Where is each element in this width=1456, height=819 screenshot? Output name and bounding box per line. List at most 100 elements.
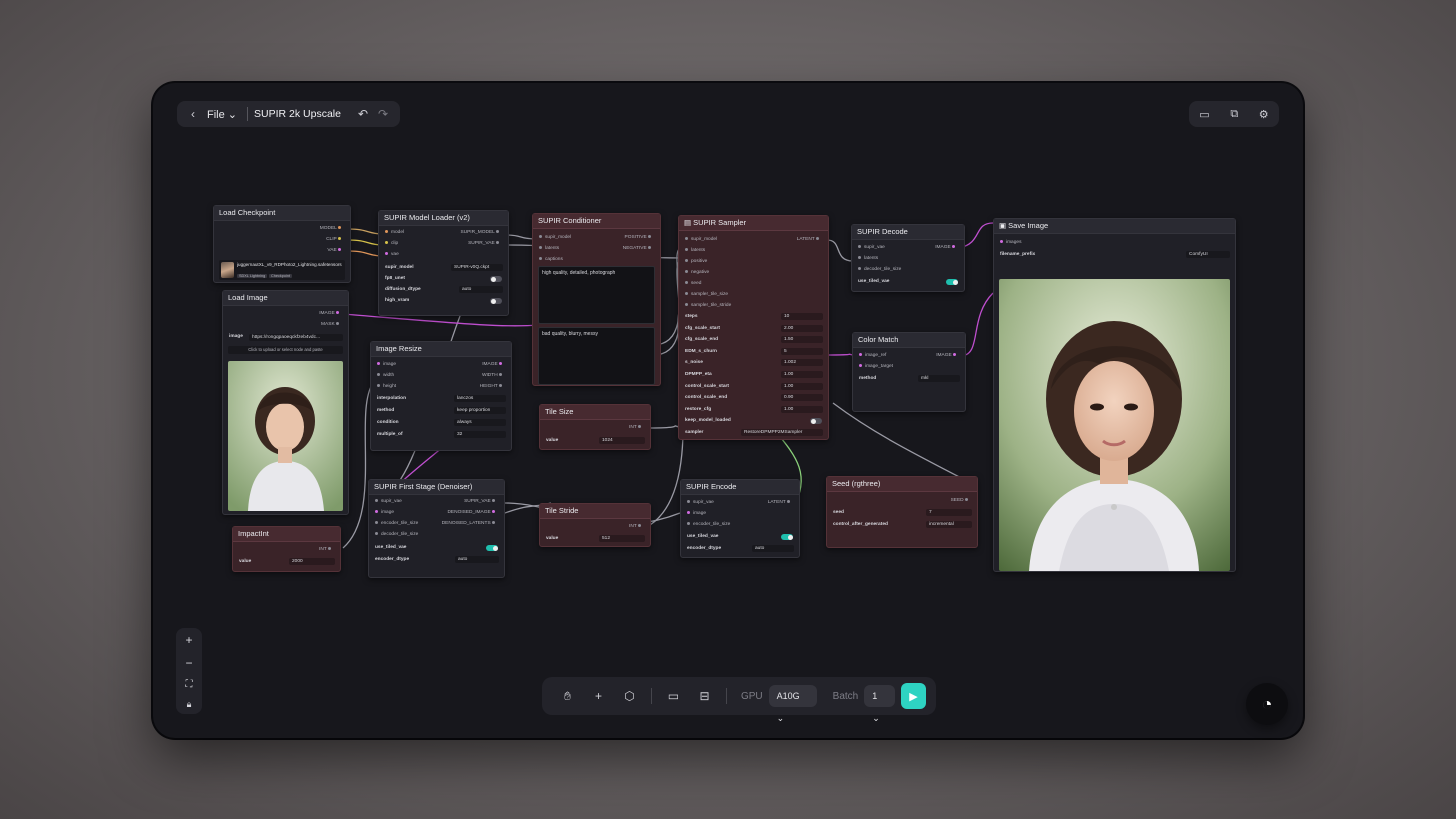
input-images[interactable]: images (1000, 238, 1021, 247)
terminal-icon[interactable]: ▭ (658, 689, 689, 703)
input-image[interactable]: image (377, 360, 396, 369)
plus-icon[interactable]: + (185, 633, 192, 647)
output-width[interactable]: WIDTH (482, 371, 505, 380)
plus-icon[interactable]: + (583, 689, 614, 703)
output-image[interactable]: IMAGE (319, 309, 342, 318)
input-supir-vae[interactable]: supir_vae (687, 498, 714, 507)
redo-icon[interactable]: ↷ (373, 107, 393, 121)
tile-stride-value[interactable]: 512 (599, 535, 645, 542)
input-latents[interactable]: latents (539, 244, 559, 253)
node-tile-size[interactable]: Tile Size INT value 1024 (539, 404, 651, 450)
node-tile-stride[interactable]: Tile Stride INT value 512 (539, 503, 651, 547)
use-tiled-vae-toggle[interactable] (486, 545, 498, 551)
node-supir-model-loader[interactable]: SUPIR Model Loader (v2) model SUPIR_MODEL… (378, 210, 509, 316)
chat-support-button[interactable]: ◔ (1246, 683, 1288, 725)
input-width[interactable]: width (377, 371, 394, 380)
input-latents[interactable]: latents (858, 254, 878, 263)
method-select[interactable]: keep proportion (454, 407, 506, 414)
input-decoder-tile-size[interactable]: decoder_tile_size (858, 265, 901, 274)
input-sampler-tile-stride[interactable]: sampler_tile_stride (685, 301, 731, 310)
param-cfg-scale-start-field[interactable]: 2.00 (781, 324, 823, 332)
output-clip[interactable]: CLIP (326, 235, 344, 244)
input-encoder-tile-size[interactable]: encoder_tile_size (687, 520, 730, 529)
input-clip[interactable]: clip (385, 239, 398, 248)
param-s-noise-field[interactable]: 1.002 (781, 359, 823, 367)
output-int[interactable]: INT (629, 522, 644, 531)
seed-value-field[interactable]: 7 (926, 509, 972, 516)
node-image-resize[interactable]: Image Resize image IMAGE width WIDTH heigh… (370, 341, 512, 451)
node-supir-sampler[interactable]: ▤ SUPIR Sampler supir_model latents positi… (678, 215, 829, 440)
encoder-dtype-select[interactable]: auto (455, 556, 499, 563)
batch-select[interactable]: 1 ⌄ (864, 685, 895, 723)
input-vae[interactable]: vae (385, 250, 399, 259)
output-height[interactable]: HEIGHT (480, 382, 505, 391)
output-mask[interactable]: MASK (321, 320, 342, 329)
condition-select[interactable]: always (454, 419, 506, 426)
input-model[interactable]: model (385, 228, 404, 237)
param-steps-field[interactable]: 10 (781, 313, 823, 320)
node-seed[interactable]: Seed (rgthree) SEED seed 7 control_after… (826, 476, 978, 548)
upload-hint[interactable]: Click to upload or select node and paste (228, 346, 343, 354)
input-latents[interactable]: latents (685, 246, 705, 255)
output-denoised-latents[interactable]: DENOISED_LATENTS (442, 519, 498, 528)
supir-model-select[interactable]: SUPIR-v0Q.ckpt (451, 264, 503, 271)
queue-icon[interactable]: ⧉ (1230, 108, 1238, 121)
input-positive[interactable]: positive (685, 257, 707, 266)
fp8-unet-toggle[interactable] (490, 276, 502, 282)
lock-icon[interactable]: 🔒︎ (187, 699, 192, 710)
output-positive[interactable]: POSITIVE (625, 233, 654, 242)
output-negative[interactable]: NEGATIVE (623, 244, 654, 253)
output-seed[interactable]: SEED (951, 496, 971, 505)
input-encoder-tile-size[interactable]: encoder_tile_size (375, 519, 418, 528)
file-menu[interactable]: File ⌄ (203, 108, 241, 121)
output-latent[interactable]: LATENT (797, 235, 822, 244)
input-supir-model[interactable]: supir_model (539, 233, 571, 242)
node-impactint[interactable]: ImpactInt INT value 2000 (232, 526, 341, 572)
workflow-title[interactable]: SUPIR 2k Upscale (254, 108, 341, 120)
keep-model-loaded-toggle[interactable] (810, 418, 822, 424)
output-image[interactable]: IMAGE (936, 351, 959, 360)
input-height[interactable]: height (377, 382, 396, 391)
input-negative[interactable]: negative (685, 268, 709, 277)
input-image-target[interactable]: image_target (859, 362, 893, 371)
param-dpmpp-eta-field[interactable]: 1.00 (781, 371, 823, 378)
minus-icon[interactable]: − (185, 656, 192, 670)
output-supir-vae[interactable]: SUPIR_VAE (464, 497, 498, 506)
output-image[interactable]: IMAGE (935, 243, 958, 252)
input-image[interactable]: image (687, 509, 706, 518)
sampler-select[interactable]: RestoreDPMPP2MSampler (741, 429, 823, 436)
diffusion-dtype-select[interactable]: auto (459, 286, 503, 293)
impactint-value[interactable]: 2000 (289, 558, 335, 565)
output-supir-model[interactable]: SUPIR_MODEL (460, 228, 502, 237)
param-control-scale-end-field[interactable]: 0.90 (781, 394, 823, 402)
param-edm-s-churn-field[interactable]: 5 (781, 347, 823, 355)
layout-icon[interactable]: ⊟ (689, 689, 720, 703)
output-vae[interactable]: VAE (327, 246, 344, 255)
node-supir-decode[interactable]: SUPIR Decode supir_vae IMAGE latents deco… (851, 224, 965, 292)
output-int[interactable]: INT (319, 545, 334, 554)
input-decoder-tile-size[interactable]: decoder_tile_size (375, 530, 418, 539)
cube-icon[interactable]: ⬡ (614, 689, 645, 703)
output-model[interactable]: MODEL (320, 224, 344, 233)
input-supir-vae[interactable]: supir_vae (858, 243, 885, 252)
param-cfg-scale-end-field[interactable]: 1.50 (781, 336, 823, 344)
input-captions[interactable]: captions (539, 255, 563, 264)
multiple-of-field[interactable]: 32 (454, 431, 506, 438)
input-image-ref[interactable]: image_ref (859, 351, 886, 360)
filename-prefix-field[interactable]: ComfyUI (1186, 251, 1230, 258)
input-seed[interactable]: seed (685, 279, 701, 288)
high-vram-toggle[interactable] (490, 298, 502, 304)
fit-view-icon[interactable]: ⛶ (186, 679, 193, 690)
chevron-left-icon[interactable]: ‹ (183, 107, 203, 121)
gear-icon[interactable]: ⚙ (1259, 108, 1269, 121)
undo-icon[interactable]: ↶ (353, 107, 373, 121)
interpolation-select[interactable]: lanczos (454, 395, 506, 402)
node-load-image[interactable]: Load Image IMAGE MASK image https://rong… (222, 290, 349, 515)
chat-bubble-icon[interactable]: ▭ (1199, 108, 1209, 121)
node-load-checkpoint[interactable]: Load Checkpoint MODEL CLIP VAE juggernau… (213, 205, 351, 283)
param-control-scale-start-field[interactable]: 1.00 (781, 382, 823, 390)
input-image[interactable]: image (375, 508, 394, 517)
output-denoised-image[interactable]: DENOISED_IMAGE (447, 508, 498, 517)
run-button[interactable]: ▶ (900, 683, 927, 709)
control-after-generated-select[interactable]: incremental (926, 521, 972, 528)
